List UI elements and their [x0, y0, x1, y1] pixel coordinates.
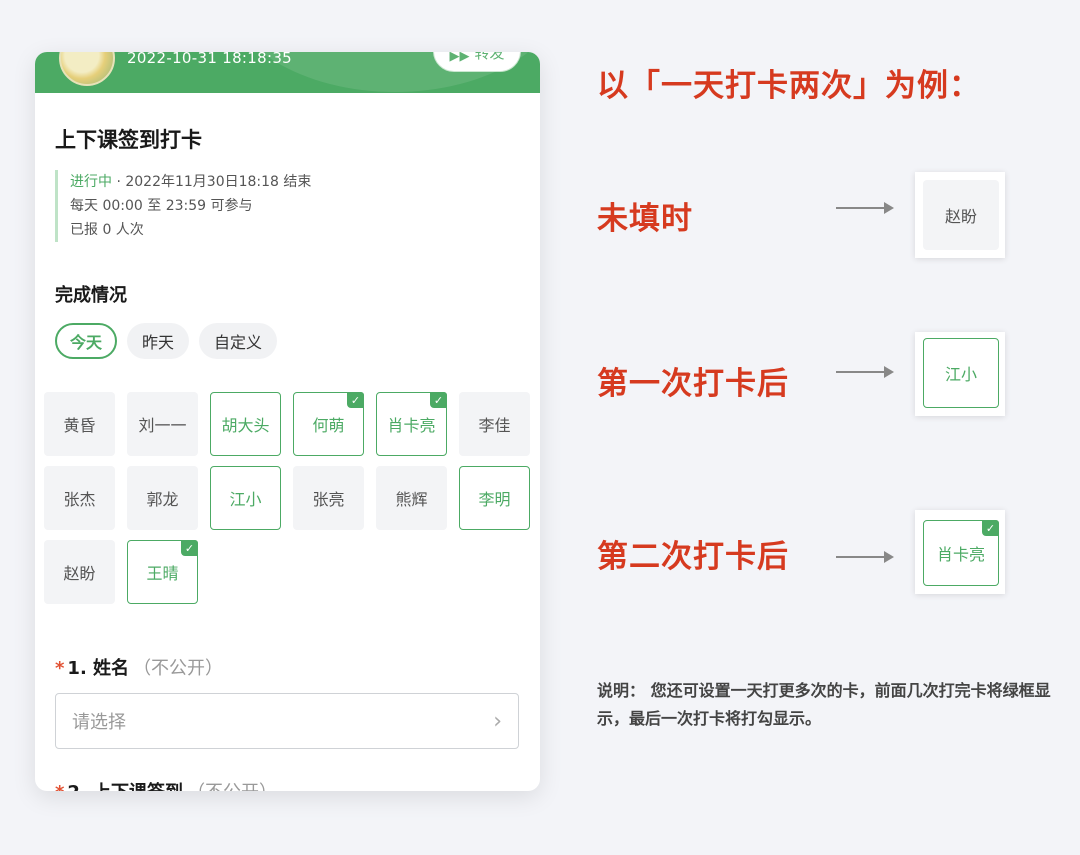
avatar[interactable] — [59, 52, 115, 86]
question-2-note: （不公开） — [187, 782, 277, 791]
tab-today[interactable]: 今天 — [55, 323, 118, 359]
explain-heading: 以「一天打卡两次」为例： — [597, 68, 981, 104]
sample-box: 江小 — [923, 338, 999, 408]
member-item[interactable]: 赵盼 — [44, 540, 115, 604]
state-label-second: 第二次打卡后 — [597, 539, 789, 575]
member-item[interactable]: 肖卡亮 ✓ — [376, 392, 447, 456]
state-label-empty: 未填时 — [597, 201, 693, 237]
check-icon: ✓ — [347, 392, 364, 408]
question-2-text: 2. 上下课签到 — [67, 782, 183, 791]
date-tabs: 今天 昨天 自定义 — [55, 323, 278, 359]
completion-title: 完成情况 — [55, 285, 127, 306]
member-item[interactable]: 李佳 — [459, 392, 530, 456]
name-select-placeholder: 请选择 — [72, 712, 126, 733]
forward-label: 转发 — [474, 52, 505, 62]
publish-time: 2022-10-31 18:18:35 — [127, 52, 293, 67]
sample-name: 肖卡亮 — [936, 545, 985, 564]
sample-first: 江小 — [915, 332, 1005, 416]
schedule-text: 每天 00:00 至 23:59 可参与 — [70, 198, 253, 214]
chevron-right-icon: › — [493, 708, 502, 734]
member-item[interactable]: 熊辉 — [376, 466, 447, 530]
forward-icon: ▶▶ — [449, 52, 470, 64]
member-item[interactable]: 王晴 ✓ — [127, 540, 198, 604]
tab-yesterday[interactable]: 昨天 — [127, 323, 190, 359]
arrow-right-icon — [836, 551, 894, 563]
task-card: 2022-10-31 18:18:35 ▶▶ 转发 上下课签到打卡 进行中 · … — [35, 52, 540, 791]
task-status-line: 进行中 · 2022年11月30日18:18 结束 — [70, 170, 311, 194]
task-title: 上下课签到打卡 — [55, 128, 202, 152]
task-meta: 进行中 · 2022年11月30日18:18 结束 每天 00:00 至 23:… — [55, 170, 311, 242]
member-item[interactable]: 张杰 — [44, 466, 115, 530]
check-icon: ✓ — [430, 392, 447, 408]
check-icon: ✓ — [982, 520, 999, 536]
sample-box: 赵盼 — [923, 180, 999, 250]
member-item[interactable]: 张亮 — [293, 466, 364, 530]
status-badge: 进行中 — [70, 174, 112, 190]
header-band: 2022-10-31 18:18:35 ▶▶ 转发 — [35, 52, 540, 93]
member-item[interactable]: 刘一一 — [127, 392, 198, 456]
required-mark: * — [55, 658, 65, 679]
state-label-first: 第一次打卡后 — [597, 366, 789, 402]
question-2-label: *2. 上下课签到 （不公开） — [55, 778, 277, 791]
sample-empty: 赵盼 — [915, 172, 1005, 258]
member-item[interactable]: 郭龙 — [127, 466, 198, 530]
sample-box: 肖卡亮 ✓ — [923, 520, 999, 586]
member-item[interactable]: 胡大头 — [210, 392, 281, 456]
member-item[interactable]: 何萌 ✓ — [293, 392, 364, 456]
arrow-right-icon — [836, 366, 894, 378]
forward-button[interactable]: ▶▶ 转发 — [433, 52, 521, 72]
question-1-text: 1. 姓名 — [67, 658, 130, 679]
end-time: · 2022年11月30日18:18 结束 — [116, 174, 312, 190]
member-name: 王晴 — [146, 564, 179, 583]
member-item[interactable]: 黄昏 — [44, 392, 115, 456]
member-name: 何萌 — [312, 416, 345, 435]
count-text: 已报 0 人次 — [70, 222, 144, 238]
check-icon: ✓ — [181, 540, 198, 556]
sample-second: 肖卡亮 ✓ — [915, 510, 1005, 594]
tab-custom[interactable]: 自定义 — [199, 323, 278, 359]
question-1-label: * 1. 姓名 （不公开） — [55, 654, 223, 680]
member-item[interactable]: 李明 — [459, 466, 530, 530]
question-1-note: （不公开） — [133, 658, 224, 679]
arrow-right-icon — [836, 202, 894, 214]
member-item[interactable]: 江小 — [210, 466, 281, 530]
name-select[interactable]: 请选择 › — [55, 693, 519, 749]
required-mark: * — [55, 782, 64, 791]
member-name: 肖卡亮 — [387, 416, 436, 435]
explain-note: 说明： 您还可设置一天打更多次的卡，前面几次打完卡将绿框显示，最后一次打卡将打勾… — [597, 681, 1051, 728]
